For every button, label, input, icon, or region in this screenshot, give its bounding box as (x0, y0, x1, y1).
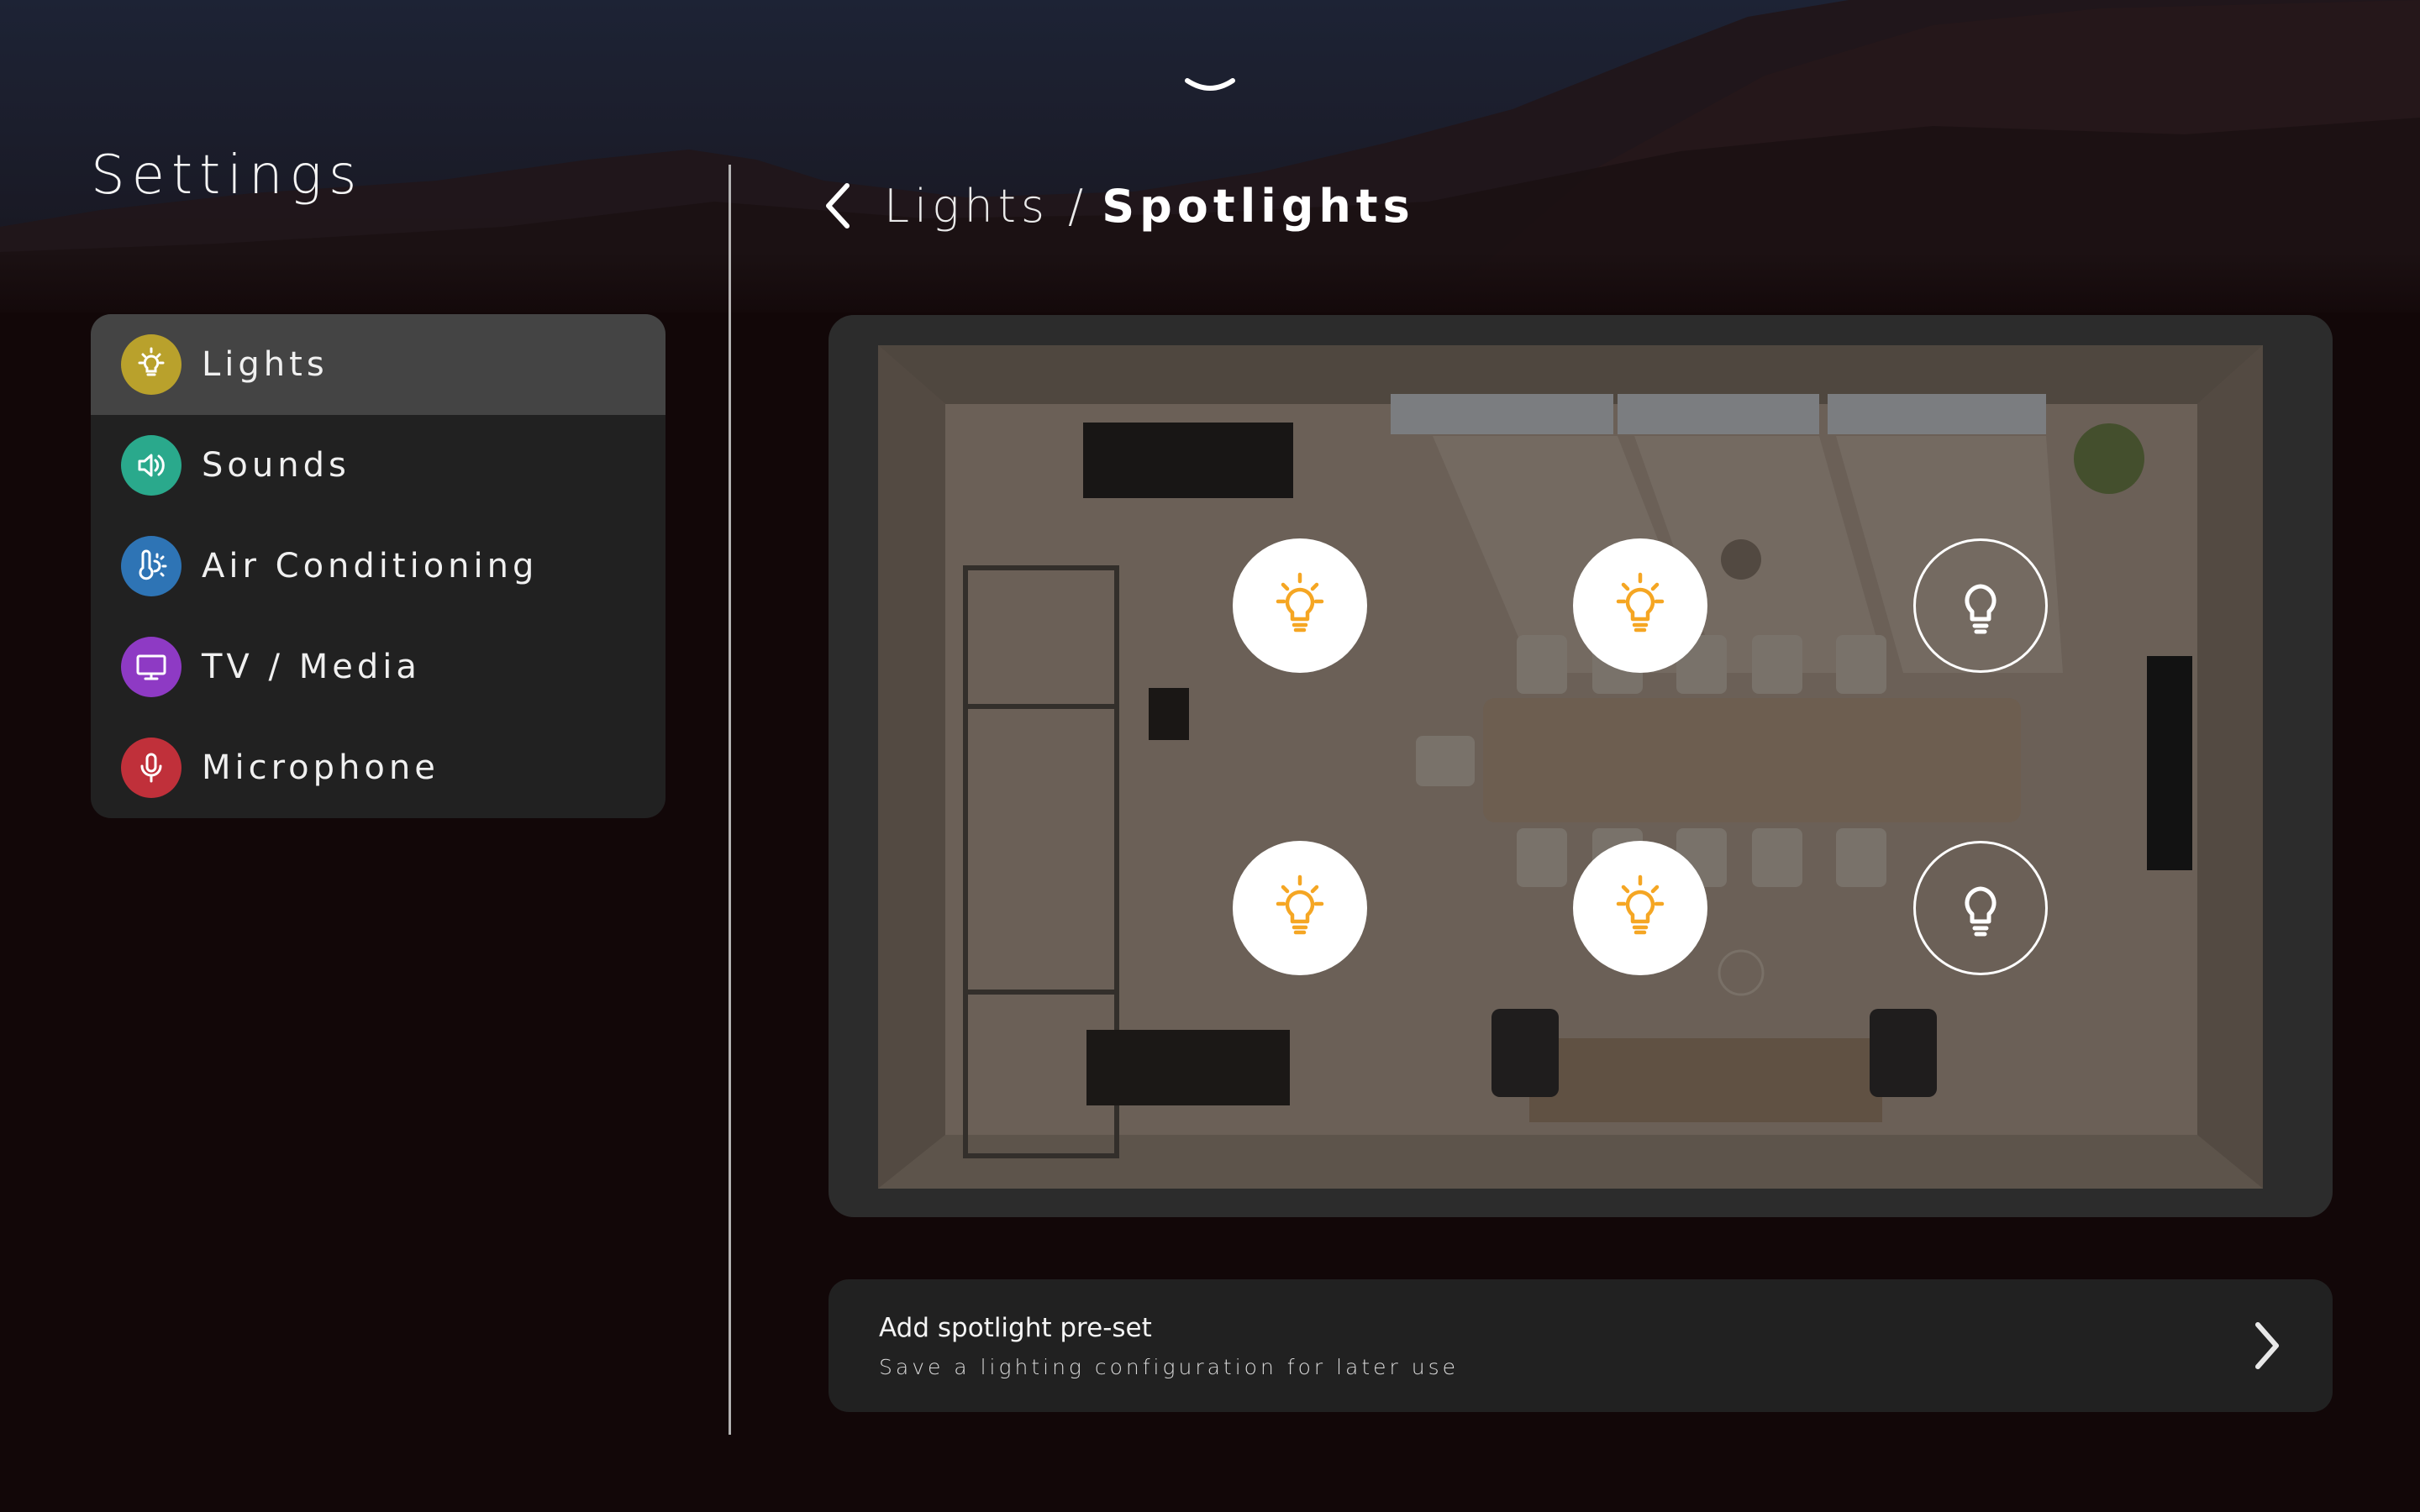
spotlight-on[interactable] (1573, 841, 1707, 975)
lightbulb-on-icon (1276, 874, 1324, 935)
menu-label: TV / Media (202, 648, 421, 686)
menu-label: Sounds (202, 446, 350, 485)
lightbulb-icon (121, 334, 182, 395)
chevron-right-icon (2249, 1320, 2286, 1372)
collapse-chevron-icon[interactable] (1180, 72, 1240, 101)
menu-item-air-conditioning[interactable]: Air Conditioning (91, 516, 666, 617)
lightbulb-on-icon (1276, 572, 1324, 633)
lightbulb-on-icon (1616, 874, 1665, 935)
lightbulb-off-icon (1965, 886, 1996, 937)
vertical-divider (729, 165, 731, 1435)
room-floorplan (878, 345, 2263, 1189)
spotlight-off[interactable] (1913, 841, 2048, 975)
menu-label: Microphone (202, 748, 439, 787)
add-preset-button[interactable]: Add spotlight pre-set Save a lighting co… (829, 1279, 2333, 1412)
menu-item-lights[interactable]: Lights (91, 314, 666, 415)
menu-item-tv-media[interactable]: TV / Media (91, 617, 666, 717)
lightbulb-off-icon (1965, 584, 1996, 634)
preset-title: Add spotlight pre-set (879, 1313, 1152, 1343)
thermometer-sun-icon (121, 536, 182, 596)
microphone-icon (121, 738, 182, 798)
spotlight-off[interactable] (1913, 538, 2048, 673)
spotlight-on[interactable] (1233, 538, 1367, 673)
back-chevron-icon[interactable] (823, 181, 860, 231)
settings-menu: Lights Sounds Air Conditioning TV / Medi… (91, 314, 666, 818)
breadcrumb-current: Spotlights (1102, 179, 1415, 233)
menu-label: Air Conditioning (202, 547, 539, 585)
menu-item-microphone[interactable]: Microphone (91, 717, 666, 818)
lightbulb-on-icon (1616, 572, 1665, 633)
spotlight-on[interactable] (1573, 538, 1707, 673)
monitor-icon (121, 637, 182, 697)
breadcrumb: Lights / Spotlights (823, 172, 1415, 239)
speaker-icon (121, 435, 182, 496)
menu-label: Lights (202, 345, 329, 384)
preset-subtitle: Save a lighting configuration for later … (879, 1355, 1460, 1379)
breadcrumb-parent[interactable]: Lights (884, 180, 1050, 233)
page-title: Settings (91, 144, 364, 207)
menu-item-sounds[interactable]: Sounds (91, 415, 666, 516)
breadcrumb-separator: / (1068, 179, 1084, 233)
spotlight-on[interactable] (1233, 841, 1367, 975)
